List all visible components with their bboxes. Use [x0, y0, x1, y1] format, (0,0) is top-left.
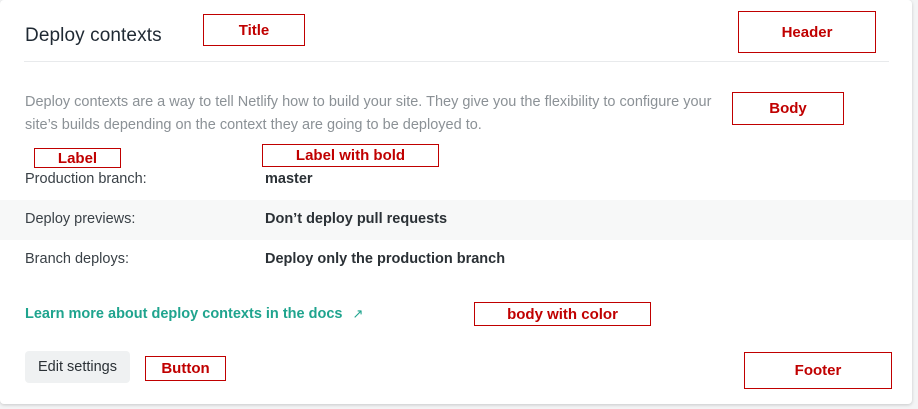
- card-description: Deploy contexts are a way to tell Netlif…: [25, 94, 712, 133]
- settings-row-branch-deploys: Branch deploys: Deploy only the producti…: [0, 240, 912, 280]
- annotation-button: Button: [145, 356, 226, 381]
- annotation-body: Body: [732, 92, 844, 125]
- settings-row-production-branch: Production branch: master: [0, 160, 912, 200]
- edit-settings-button[interactable]: Edit settings: [25, 351, 130, 383]
- row-label: Production branch:: [25, 171, 147, 187]
- row-value: Deploy only the production branch: [265, 251, 506, 267]
- row-label: Branch deploys:: [25, 251, 129, 267]
- docs-link-text: Learn more about deploy contexts in the …: [25, 306, 343, 322]
- settings-row-deploy-previews: Deploy previews: Don’t deploy pull reque…: [0, 200, 912, 240]
- external-link-icon: ↗: [352, 306, 364, 321]
- annotation-body-with-color: body with color: [474, 302, 651, 326]
- header-divider: [24, 61, 889, 62]
- row-value: master: [265, 171, 313, 187]
- row-value: Don’t deploy pull requests: [265, 211, 448, 227]
- annotation-label-with-bold: Label with bold: [262, 144, 439, 167]
- annotation-footer: Footer: [744, 352, 892, 389]
- annotation-title: Title: [203, 14, 305, 46]
- card-title: Deploy contexts: [25, 25, 162, 46]
- annotation-header: Header: [738, 11, 876, 53]
- row-label: Deploy previews:: [25, 211, 136, 227]
- docs-link[interactable]: Learn more about deploy contexts in the …: [25, 306, 363, 322]
- annotation-label: Label: [34, 148, 121, 168]
- deploy-contexts-card: Deploy contexts Deploy contexts are a wa…: [0, 0, 912, 404]
